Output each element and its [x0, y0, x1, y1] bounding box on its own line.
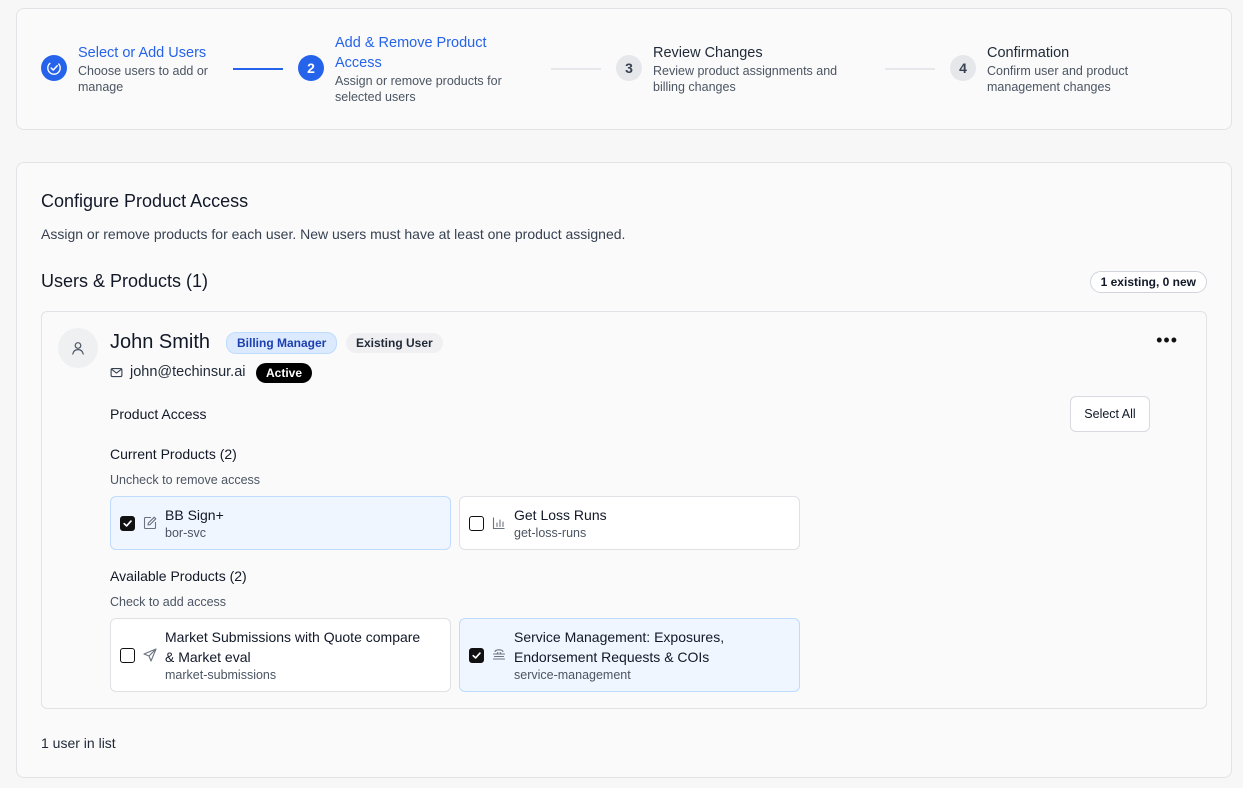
mail-icon	[110, 366, 124, 380]
product-slug: service-management	[514, 668, 631, 682]
step-connector-1	[233, 68, 283, 70]
page-subtitle: Assign or remove products for each user.…	[41, 226, 626, 242]
section-title: Users & Products (1)	[41, 271, 209, 291]
product-slug: get-loss-runs	[514, 526, 587, 540]
product-card-bb-sign[interactable]: BB Sign+ bor-svc	[110, 496, 451, 550]
edit-icon	[143, 516, 157, 530]
page-title: Configure Product Access	[41, 191, 249, 211]
step-4-desc: Confirm user and product management chan…	[987, 64, 1129, 94]
product-card-get-loss-runs[interactable]: Get Loss Runs get-loss-runs	[459, 496, 800, 550]
product-checkbox-get-loss-runs[interactable]	[469, 515, 484, 531]
user-type-badge: Existing User	[346, 333, 443, 353]
stack-icon	[492, 649, 506, 660]
user-email: john@techinsur.ai	[130, 364, 246, 380]
product-card-service-management[interactable]: Service Management: Exposures, Endorseme…	[459, 618, 800, 692]
step-2[interactable]: 2 Add & Remove Product Access Assign or …	[298, 35, 525, 105]
user-icon	[72, 342, 84, 355]
step-connector-2	[551, 68, 601, 70]
product-card-market-submissions[interactable]: Market Submissions with Quote compare & …	[110, 618, 451, 692]
step-3-title: Review Changes	[653, 45, 763, 61]
product-name: BB Sign+	[165, 507, 224, 523]
product-name-line1: Service Management: Exposures,	[514, 629, 725, 645]
more-horizontal-icon[interactable]: •••	[1156, 330, 1178, 351]
step-3[interactable]: 3 Review Changes Review product assignme…	[616, 35, 863, 95]
step-2-number: 2	[298, 55, 324, 81]
user-card: John Smith Billing Manager Existing User…	[41, 311, 1207, 709]
step-1-desc: Choose users to add or manage	[78, 64, 208, 94]
product-slug: bor-svc	[165, 526, 206, 540]
product-name: Get Loss Runs	[514, 507, 607, 523]
product-name-line2: Endorsement Requests & COIs	[514, 649, 710, 665]
product-slug: market-submissions	[165, 668, 277, 682]
available-products-title: Available Products (2)	[110, 568, 247, 584]
summary-badge: 1 existing, 0 new	[1089, 271, 1207, 293]
select-all-button[interactable]: Select All	[1070, 396, 1150, 432]
current-products-title: Current Products (2)	[110, 446, 237, 462]
step-4-title: Confirmation	[987, 45, 1070, 61]
bar-chart-icon	[492, 517, 505, 530]
product-checkbox-service-management[interactable]	[469, 647, 484, 663]
step-3-desc: Review product assignments and billing c…	[653, 64, 838, 94]
footer-count: 1 user in list	[41, 735, 116, 751]
step-3-number: 3	[616, 55, 642, 81]
check-circle-icon	[41, 55, 67, 81]
product-checkbox-market-submissions[interactable]	[120, 647, 135, 663]
step-2-desc: Assign or remove products for selected u…	[335, 74, 502, 104]
step-1-title: Select or Add Users	[78, 45, 207, 61]
step-4[interactable]: 4 Confirmation Confirm user and product …	[950, 35, 1157, 95]
send-icon	[143, 648, 157, 662]
product-name-line2: & Market eval	[165, 649, 251, 665]
user-name: John Smith	[110, 331, 211, 353]
stepper-card: Select or Add Users Choose users to add …	[16, 8, 1232, 130]
step-2-title: Add & Remove Product Access	[335, 35, 487, 71]
configure-card: Configure Product Access Assign or remov…	[16, 162, 1232, 778]
current-products-hint: Uncheck to remove access	[110, 473, 261, 487]
product-name-line1: Market Submissions with Quote compare	[165, 629, 421, 645]
step-connector-3	[885, 68, 935, 70]
step-1[interactable]: Select or Add Users Choose users to add …	[41, 35, 223, 95]
available-products-hint: Check to add access	[110, 595, 227, 609]
product-access-title: Product Access	[110, 406, 207, 422]
step-4-number: 4	[950, 55, 976, 81]
avatar	[58, 328, 98, 368]
product-checkbox-bb-sign[interactable]	[120, 515, 135, 531]
role-badge: Billing Manager	[226, 332, 338, 354]
status-badge: Active	[256, 363, 313, 383]
